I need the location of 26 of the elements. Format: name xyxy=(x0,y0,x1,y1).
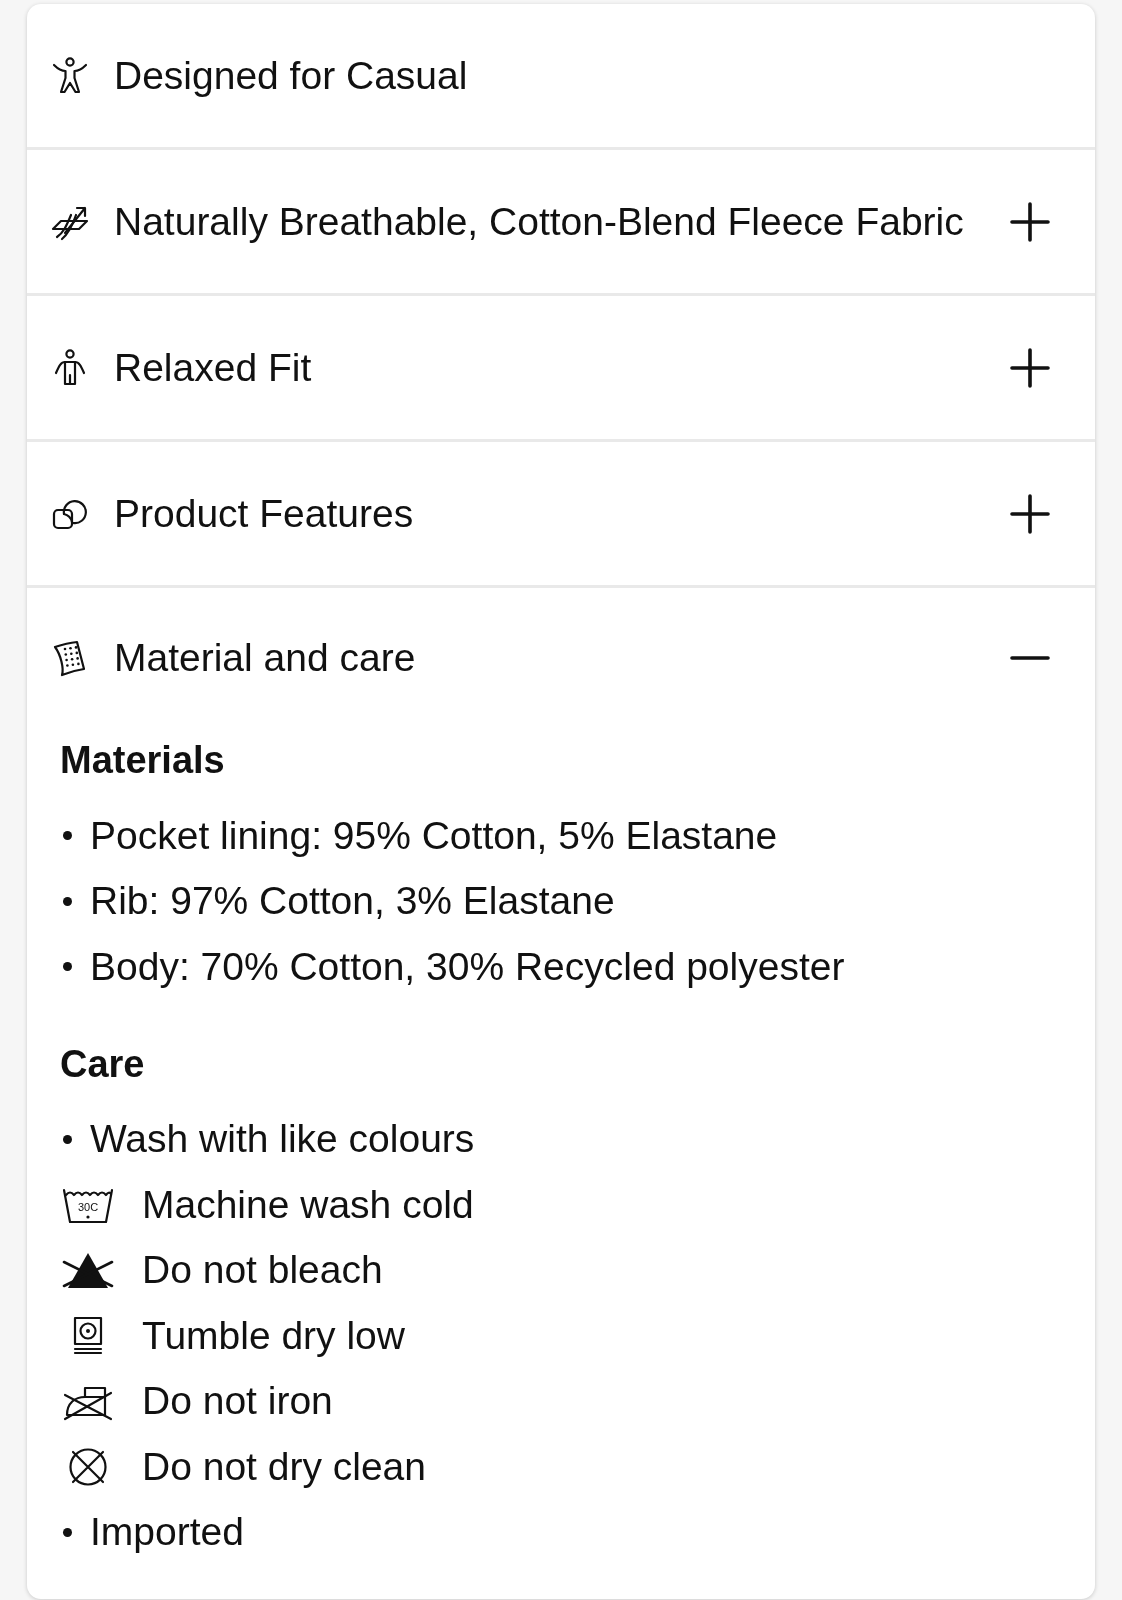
list-item-text: Rib: 97% Cotton, 3% Elastane xyxy=(90,878,615,925)
plus-icon[interactable] xyxy=(1010,201,1050,242)
plus-icon[interactable] xyxy=(1010,493,1050,534)
person-arms-up-icon xyxy=(51,56,89,95)
group-heading: Materials xyxy=(60,738,225,783)
bullet-icon xyxy=(63,962,72,972)
bullet-icon xyxy=(63,896,72,906)
list-item-text: Do not dry clean xyxy=(142,1443,426,1490)
list-item-text: Do not iron xyxy=(142,1378,333,1425)
section-title: Naturally Breathable, Cotton-Blend Fleece Fabric xyxy=(114,198,964,245)
section-title: Designed for Casual xyxy=(114,52,468,99)
bullet-icon xyxy=(63,1134,72,1144)
list-item-text: Body: 70% Cotton, 30% Recycled polyester xyxy=(90,943,845,990)
list-item-text: Wash with like colours xyxy=(90,1116,475,1163)
list-item-text: Tumble dry low xyxy=(142,1312,405,1359)
bullet-icon xyxy=(63,1527,72,1537)
section-title: Material and care xyxy=(114,635,416,681)
plus-icon[interactable] xyxy=(1010,347,1050,388)
section-title: Product Features xyxy=(114,490,414,537)
bullet-icon xyxy=(63,831,72,841)
list-item-text: Imported xyxy=(90,1509,244,1556)
list-item-text: Do not bleach xyxy=(142,1247,383,1294)
group-heading: Care xyxy=(60,1041,145,1087)
list-item-text: Pocket lining: 95% Cotton, 5% Elastane xyxy=(90,812,778,859)
list-item-text: Machine wash cold xyxy=(142,1181,474,1228)
section-title: Relaxed Fit xyxy=(114,344,312,391)
